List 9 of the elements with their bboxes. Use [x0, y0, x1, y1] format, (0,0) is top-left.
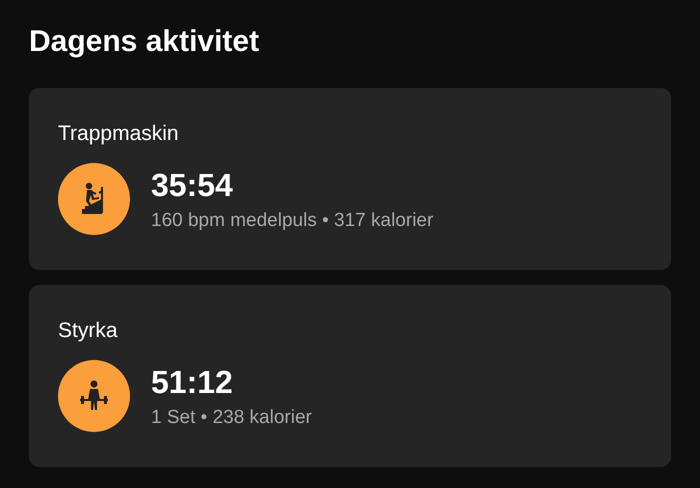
activity-details: 1 Set • 238 kalorier — [151, 406, 312, 428]
duration-text: 51:12 — [151, 364, 233, 400]
activity-card[interactable]: Styrka 51:12 1 Set • 238 kalorier — [29, 285, 671, 467]
page-title: Dagens aktivitet — [29, 24, 260, 60]
activity-name: Trappmaskin — [58, 122, 179, 146]
activity-card[interactable]: Trappmaskin 35:54 160 bpm medelpuls • 317 kalorier — [29, 88, 671, 270]
activity-name: Styrka — [58, 319, 118, 343]
duration-text: 35:54 — [151, 166, 233, 204]
activity-details: 160 bpm medelpuls • 317 kalorier — [151, 210, 434, 232]
